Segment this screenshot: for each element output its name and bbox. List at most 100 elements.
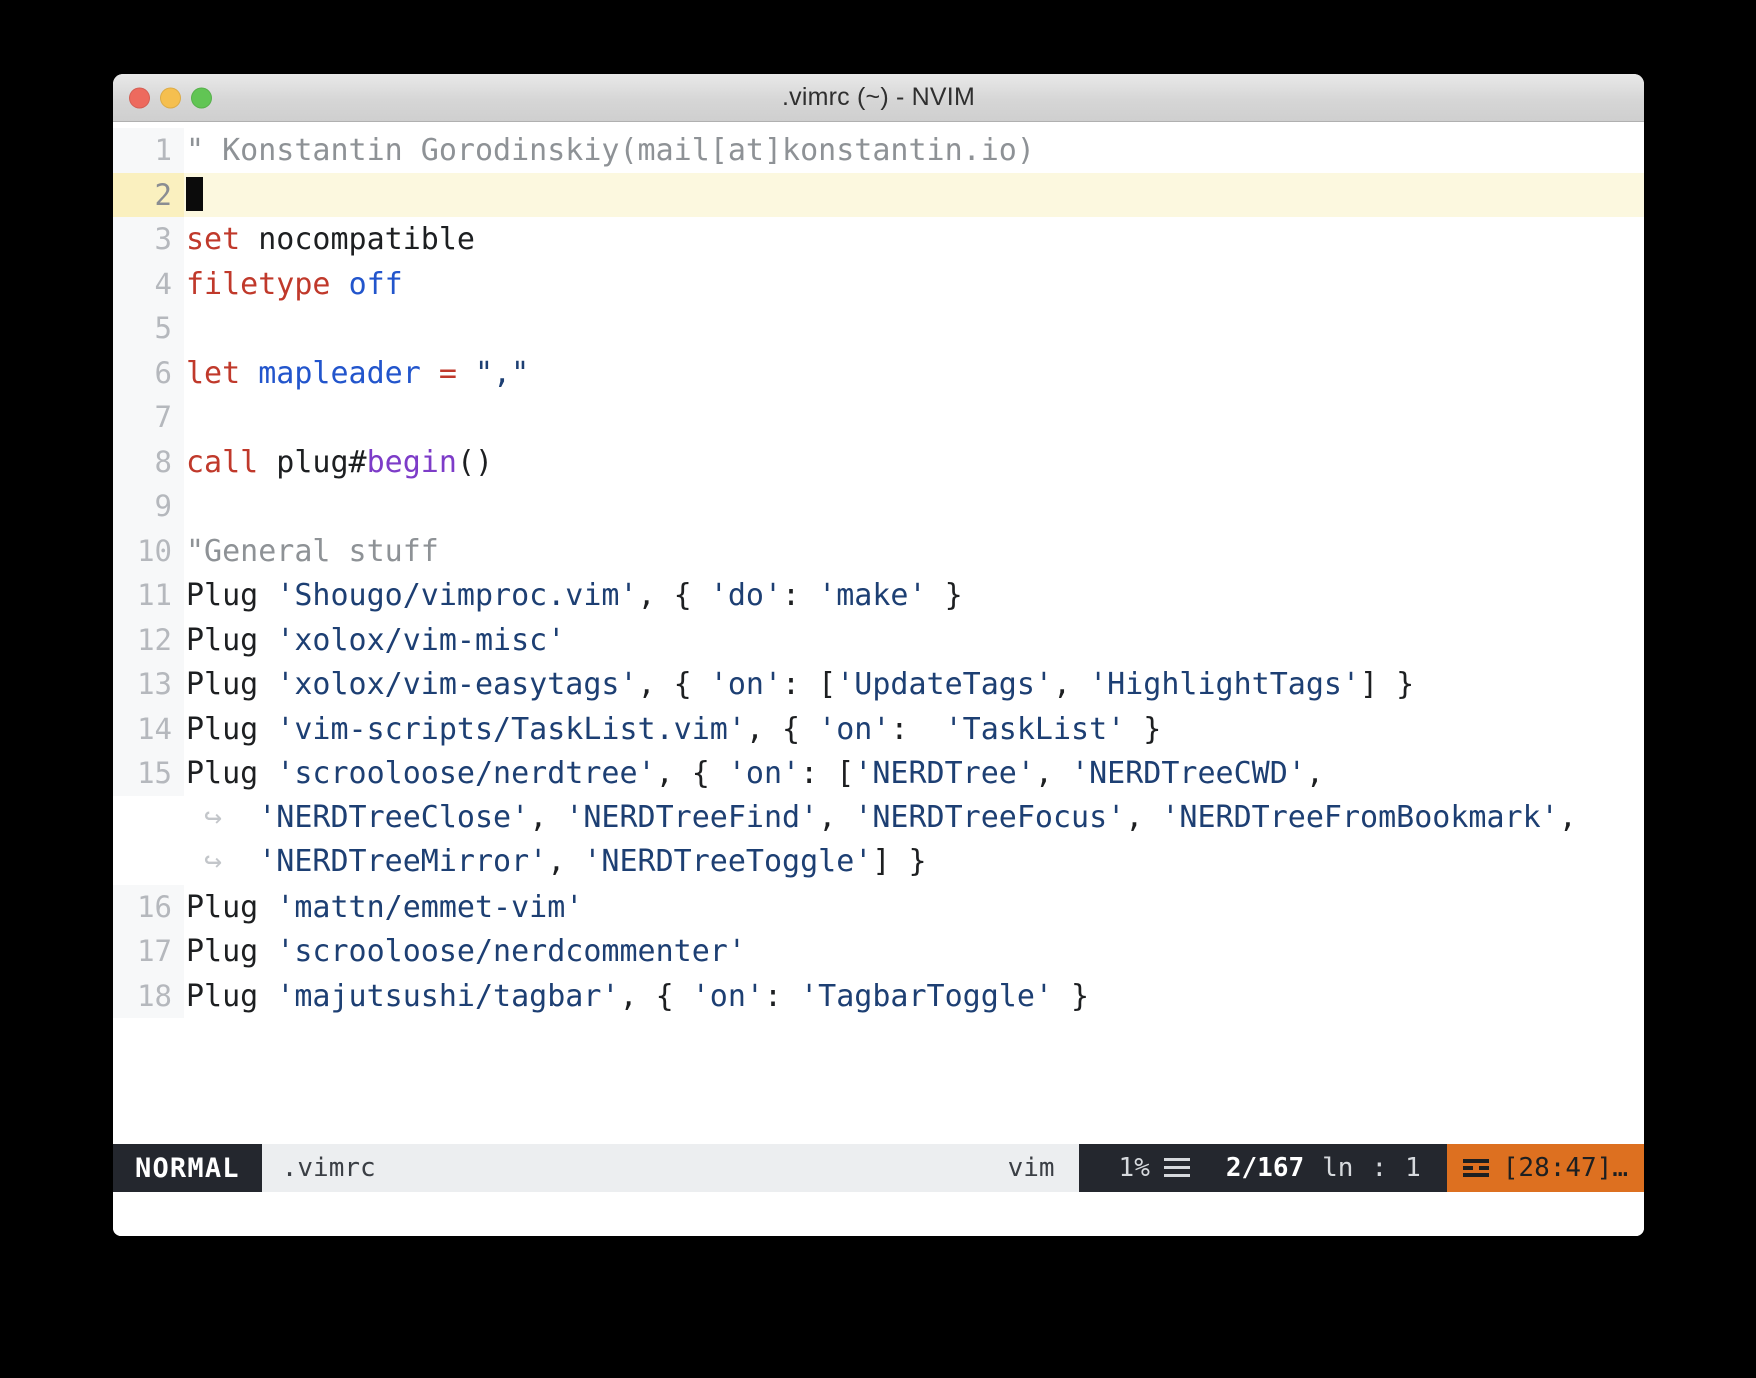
code-line-content: Plug 'Shougo/vimproc.vim', { 'do': 'make…: [184, 574, 1644, 619]
code-token: }: [1052, 978, 1090, 1014]
code-line[interactable]: 8 call plug#begin(): [113, 439, 1644, 486]
minimize-button[interactable]: [160, 87, 181, 108]
line-number: 17: [113, 929, 184, 974]
code-line[interactable]: 4 filetype off: [113, 261, 1644, 306]
code-token: 'do': [709, 578, 783, 613]
indent-icon: [1462, 1159, 1489, 1177]
code-line-content: set nocompatible: [184, 218, 1644, 263]
code-token: :: [763, 978, 801, 1014]
code-token: (): [456, 444, 494, 480]
code-line[interactable]: 7: [113, 395, 1644, 440]
code-token: 'majutsushi/tagbar': [276, 978, 620, 1014]
line-number: 6: [113, 350, 184, 395]
line-number: 12: [113, 617, 184, 662]
code-token: 'TagbarToggle': [800, 978, 1053, 1014]
code-line[interactable]: 5: [113, 306, 1644, 351]
code-token: 'NERDTreeCWD': [1071, 756, 1306, 791]
code-token: off: [348, 266, 403, 302]
code-token: 'NERDTreeClose': [258, 799, 530, 835]
code-line[interactable]: 18 Plug 'majutsushi/tagbar', { 'on': 'Tag…: [113, 973, 1644, 1020]
code-token: ,: [547, 844, 584, 879]
status-right-segment[interactable]: [28:47]…: [1446, 1144, 1644, 1192]
code-token: , {: [655, 756, 728, 791]
line-number: 2: [113, 172, 184, 217]
code-editor[interactable]: 1 " Konstantin Gorodinskiy(mail[at]konsta…: [113, 122, 1644, 1144]
status-spacer: [395, 1144, 998, 1192]
code-line[interactable]: 17 Plug 'scrooloose/nerdcommenter': [113, 929, 1644, 974]
line-number: 15: [113, 751, 184, 796]
code-token: call: [186, 444, 259, 480]
status-filetype: vim: [997, 1144, 1079, 1192]
code-line-content: [184, 174, 1644, 219]
code-token: :: [782, 578, 819, 613]
code-line[interactable]: 13 Plug 'xolox/vim-easytags', { 'on': ['U…: [113, 662, 1644, 707]
code-line-content: Plug 'scrooloose/nerdcommenter': [184, 930, 1644, 975]
code-line[interactable]: ↪ 'NERDTreeClose', 'NERDTreeFind', 'NERD…: [113, 796, 1644, 841]
code-line[interactable]: 6 let mapleader = ",": [113, 350, 1644, 395]
status-percent: 1%: [1118, 1153, 1150, 1183]
line-number: 7: [113, 395, 184, 440]
lines-icon: [1163, 1158, 1190, 1178]
code-token: Plug: [186, 578, 277, 613]
code-token: 'Shougo/vimproc.vim': [276, 578, 638, 613]
line-number: 4: [113, 261, 184, 306]
status-filename: .vimrc: [261, 1144, 396, 1192]
code-line[interactable]: 15 Plug 'scrooloose/nerdtree', { 'on': ['…: [113, 751, 1644, 796]
code-line[interactable]: 2: [113, 172, 1644, 219]
code-token: ,: [1558, 799, 1577, 835]
status-position-group: 2/167 ln : 1: [1215, 1144, 1447, 1192]
code-line[interactable]: 12 Plug 'xolox/vim-misc': [113, 617, 1644, 662]
wrap-arrow-icon: ↪: [186, 799, 259, 835]
code-token: 'on': [709, 667, 783, 702]
line-number: 18: [113, 973, 184, 1018]
maximize-button[interactable]: [191, 87, 212, 108]
code-token: "General stuff: [186, 533, 439, 569]
code-line[interactable]: 16 Plug 'mattn/emmet-vim': [113, 884, 1644, 929]
nvim-window: .vimrc (~) - NVIM 1 " Konstantin Gorodins…: [113, 74, 1644, 1236]
code-token: , {: [637, 667, 710, 702]
code-line[interactable]: 10 "General stuff: [113, 528, 1644, 573]
close-button[interactable]: [129, 87, 150, 108]
code-token: }: [1125, 711, 1162, 747]
code-token: 'UpdateTags': [836, 667, 1053, 702]
code-token: ,: [1052, 667, 1090, 702]
line-number: 3: [113, 217, 184, 262]
line-number: 10: [113, 528, 184, 573]
code-token: plug#: [258, 444, 367, 480]
code-line[interactable]: 1 " Konstantin Gorodinskiy(mail[at]konsta…: [113, 128, 1644, 173]
window-title: .vimrc (~) - NVIM: [782, 83, 975, 111]
code-token: Plug: [186, 756, 277, 791]
code-line-content: Plug 'majutsushi/tagbar', { 'on': 'Tagba…: [184, 975, 1644, 1020]
status-right-label: [28:47]…: [1502, 1153, 1628, 1183]
code-line[interactable]: ↪ 'NERDTreeMirror', 'NERDTreeToggle'] }: [113, 840, 1644, 885]
code-line-content: call plug#begin(): [184, 441, 1644, 486]
code-token: let: [186, 355, 241, 391]
code-token: 'scrooloose/nerdcommenter': [276, 934, 746, 969]
line-number: 11: [113, 573, 184, 618]
code-token: 'vim-scripts/TaskList.vim': [276, 711, 746, 747]
code-token: " Konstantin Gorodinskiy(mail[at]konstan…: [186, 133, 1035, 168]
code-token: set: [186, 222, 241, 257]
code-line[interactable]: 3 set nocompatible: [113, 217, 1644, 262]
status-mode: NORMAL: [113, 1144, 262, 1192]
status-position: 2/167: [1225, 1153, 1305, 1183]
screen: .vimrc (~) - NVIM 1 " Konstantin Gorodins…: [0, 0, 1756, 1378]
code-line-content: Plug 'xolox/vim-easytags', { 'on': ['Upd…: [184, 663, 1644, 708]
code-token: :: [890, 711, 945, 747]
code-token: ] }: [1360, 667, 1415, 702]
code-token: Plug: [186, 711, 277, 747]
line-number: 14: [113, 706, 184, 751]
status-separator: :: [1371, 1153, 1388, 1183]
code-line[interactable]: 11 Plug 'Shougo/vimproc.vim', { 'do': 'ma…: [113, 573, 1644, 618]
code-token: ,: [529, 799, 566, 835]
code-line[interactable]: 14 Plug 'vim-scripts/TaskList.vim', { 'on…: [113, 706, 1644, 751]
code-line[interactable]: 9: [113, 484, 1644, 529]
code-token: Plug: [186, 667, 277, 702]
line-number: 13: [113, 662, 184, 707]
window-titlebar[interactable]: .vimrc (~) - NVIM: [113, 74, 1644, 122]
code-token: 'NERDTreeFocus': [854, 799, 1126, 835]
text-cursor: [186, 176, 203, 211]
wrap-arrow-icon: ↪: [186, 844, 259, 879]
code-token: 'HighlightTags': [1089, 667, 1361, 702]
